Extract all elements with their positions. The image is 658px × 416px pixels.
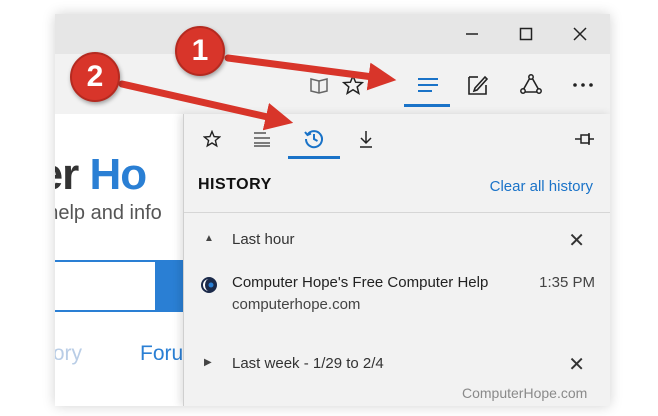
browser-window: ter Ho r help and info tory Foru (55, 14, 610, 406)
maximize-icon (519, 27, 533, 41)
hub-active-indicator (404, 104, 450, 107)
history-item-url: computerhope.com (232, 296, 361, 313)
reading-list-icon (254, 132, 270, 147)
hub-tab-favorites[interactable] (192, 120, 232, 158)
close-icon[interactable]: ✕ (568, 228, 585, 252)
pin-pane-button[interactable] (564, 120, 604, 158)
hub-pane: HISTORY Clear all history ▲ Last hour ✕ … (183, 114, 610, 406)
hub-divider (184, 212, 610, 213)
share-button[interactable] (509, 64, 553, 106)
minimize-icon (466, 33, 478, 35)
hub-icon (418, 78, 438, 92)
site-search-input[interactable] (55, 260, 159, 312)
downloads-icon (360, 131, 372, 148)
close-icon[interactable]: ✕ (568, 352, 585, 376)
title-bar (55, 14, 610, 54)
hub-tab-reading-list[interactable] (242, 120, 282, 158)
logo-text-dark: ter (55, 150, 79, 199)
add-favorite-button[interactable] (331, 64, 375, 106)
hub-button[interactable] (406, 64, 450, 106)
favorites-icon (203, 130, 221, 148)
web-note-button[interactable] (456, 64, 500, 106)
logo-text-blue: Ho (89, 150, 147, 199)
reading-view-icon (310, 78, 328, 94)
history-item[interactable]: Computer Hope's Free Computer Help compu… (184, 270, 610, 320)
close-icon (573, 27, 587, 41)
pin-icon (575, 133, 594, 145)
computerhope-favicon-icon (201, 277, 217, 293)
minimize-button[interactable] (449, 18, 495, 50)
site-tagline: r help and info (55, 202, 162, 224)
clear-all-history-link[interactable]: Clear all history (490, 178, 593, 195)
web-note-icon (468, 75, 489, 95)
history-item-title: Computer Hope's Free Computer Help (232, 274, 489, 291)
history-item-time: 1:35 PM (539, 274, 595, 291)
site-logo-text: ter Ho (55, 150, 147, 200)
maximize-button[interactable] (503, 18, 549, 50)
hub-tab-history[interactable] (294, 120, 334, 158)
hub-title: HISTORY (198, 176, 272, 193)
watermark: ComputerHope.com (462, 385, 588, 401)
nav-link-history[interactable]: tory (55, 342, 82, 366)
browser-toolbar (55, 54, 610, 114)
hub-tab-downloads[interactable] (346, 120, 386, 158)
hub-tab-active-indicator (288, 156, 340, 159)
favorite-star-icon (342, 74, 364, 96)
more-button[interactable] (561, 64, 605, 106)
more-icon (573, 83, 593, 87)
nav-link-forum[interactable]: Foru (140, 342, 183, 366)
history-group-last-hour[interactable]: ▲ Last hour ✕ (184, 226, 610, 256)
share-icon (520, 74, 542, 94)
expand-arrow-icon: ▶ (204, 357, 212, 368)
collapse-arrow-icon: ▲ (204, 233, 214, 244)
step-badge-2: 2 (70, 52, 120, 102)
history-icon (304, 130, 323, 149)
history-group-last-week[interactable]: ▶ Last week - 1/29 to 2/4 ✕ (184, 350, 610, 380)
webpage-content: ter Ho r help and info tory Foru (55, 114, 195, 406)
step-badge-1: 1 (175, 26, 225, 76)
close-button[interactable] (557, 18, 603, 50)
history-group-label: Last week - 1/29 to 2/4 (232, 355, 384, 372)
history-group-label: Last hour (232, 231, 295, 248)
